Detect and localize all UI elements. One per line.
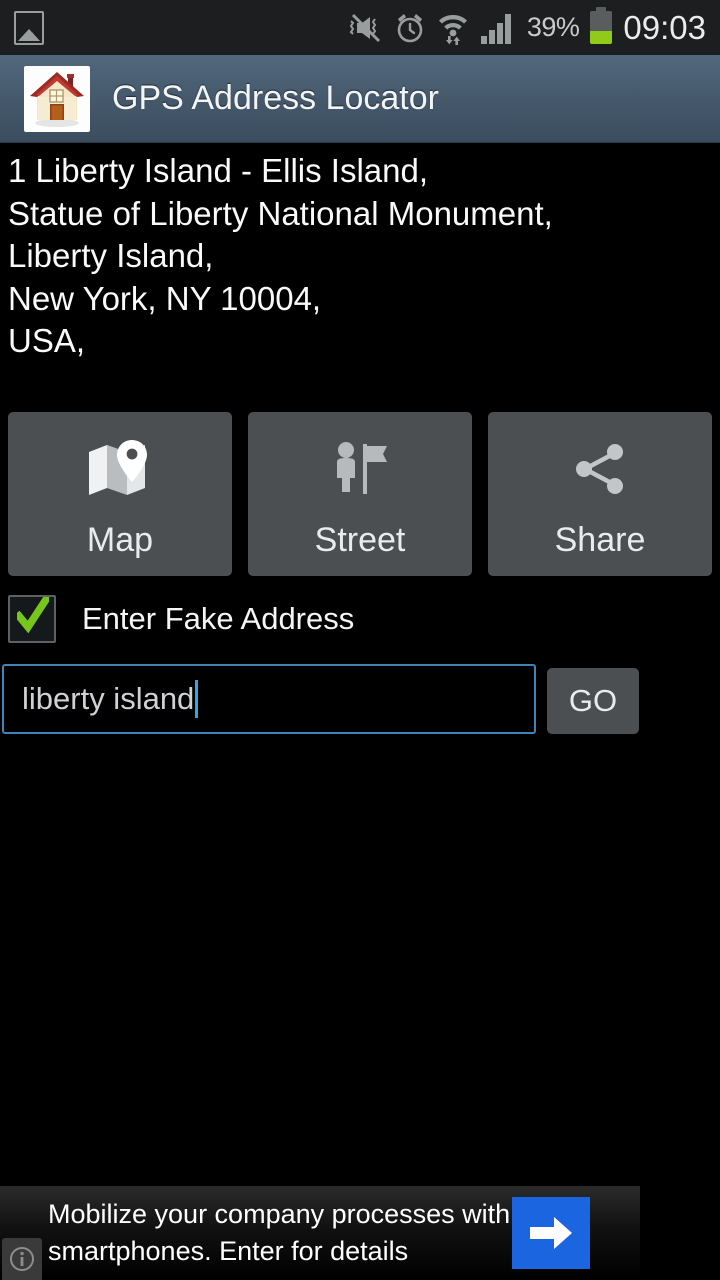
cellular-signal-icon <box>480 12 516 44</box>
search-row: liberty island GO <box>2 664 718 736</box>
go-button-label: GO <box>568 683 618 718</box>
share-button[interactable]: Share <box>488 412 712 576</box>
app-title-bar: GPS Address Locator <box>0 55 720 143</box>
text-caret <box>195 680 199 718</box>
ad-text-line2: smartphones. Enter for details <box>48 1236 409 1266</box>
ad-text: Mobilize your company processes with sma… <box>48 1196 510 1270</box>
alarm-clock-icon <box>394 12 426 44</box>
app-screen: 39% 09:03 GPS Address Locator 1 Liberty … <box>0 0 720 1280</box>
fake-address-checkbox[interactable] <box>8 595 56 643</box>
status-bar-right: 39% 09:03 <box>349 7 720 47</box>
address-line: USA, <box>8 322 86 359</box>
checkmark-icon <box>17 597 49 634</box>
go-button[interactable]: GO <box>547 668 639 734</box>
status-bar: 39% 09:03 <box>0 0 720 55</box>
address-search-input[interactable]: liberty island <box>2 664 536 734</box>
address-line: Statue of Liberty National Monument, <box>8 194 553 232</box>
map-pin-icon <box>85 438 155 500</box>
wifi-icon <box>437 11 469 45</box>
map-button[interactable]: Map <box>8 412 232 576</box>
address-result: 1 Liberty Island - Ellis Island, Statue … <box>0 150 720 363</box>
address-line: Liberty Island, <box>8 237 214 274</box>
ad-banner[interactable]: Mobilize your company processes with sma… <box>0 1186 640 1280</box>
battery-percent-label: 39% <box>526 12 580 42</box>
ad-cta-button[interactable] <box>512 1197 590 1269</box>
street-button-label: Street <box>314 521 406 559</box>
house-icon <box>24 65 90 132</box>
arrow-right-icon <box>530 1217 572 1249</box>
ad-text-line1: Mobilize your company processes with <box>48 1199 511 1229</box>
vibrate-mute-icon <box>349 12 383 44</box>
street-view-pegman-icon <box>329 438 391 500</box>
address-line: 1 Liberty Island - Ellis Island, <box>8 152 429 189</box>
share-button-label: Share <box>554 521 646 559</box>
share-nodes-icon <box>570 438 630 500</box>
action-button-bar: Map Street Share <box>8 412 712 576</box>
fake-address-row[interactable]: Enter Fake Address <box>8 595 354 643</box>
status-bar-clock: 09:03 <box>623 8 706 46</box>
gallery-icon <box>14 10 44 45</box>
fake-address-label: Enter Fake Address <box>82 601 355 636</box>
page-title: GPS Address Locator <box>112 79 439 117</box>
info-icon <box>10 1247 34 1271</box>
battery-icon <box>590 7 613 44</box>
street-button[interactable]: Street <box>248 412 472 576</box>
map-button-label: Map <box>86 521 154 559</box>
address-line: New York, NY 10004, <box>8 279 322 317</box>
address-search-value: liberty island <box>22 681 195 716</box>
status-bar-left <box>0 10 44 45</box>
ad-info-button[interactable] <box>2 1238 42 1280</box>
